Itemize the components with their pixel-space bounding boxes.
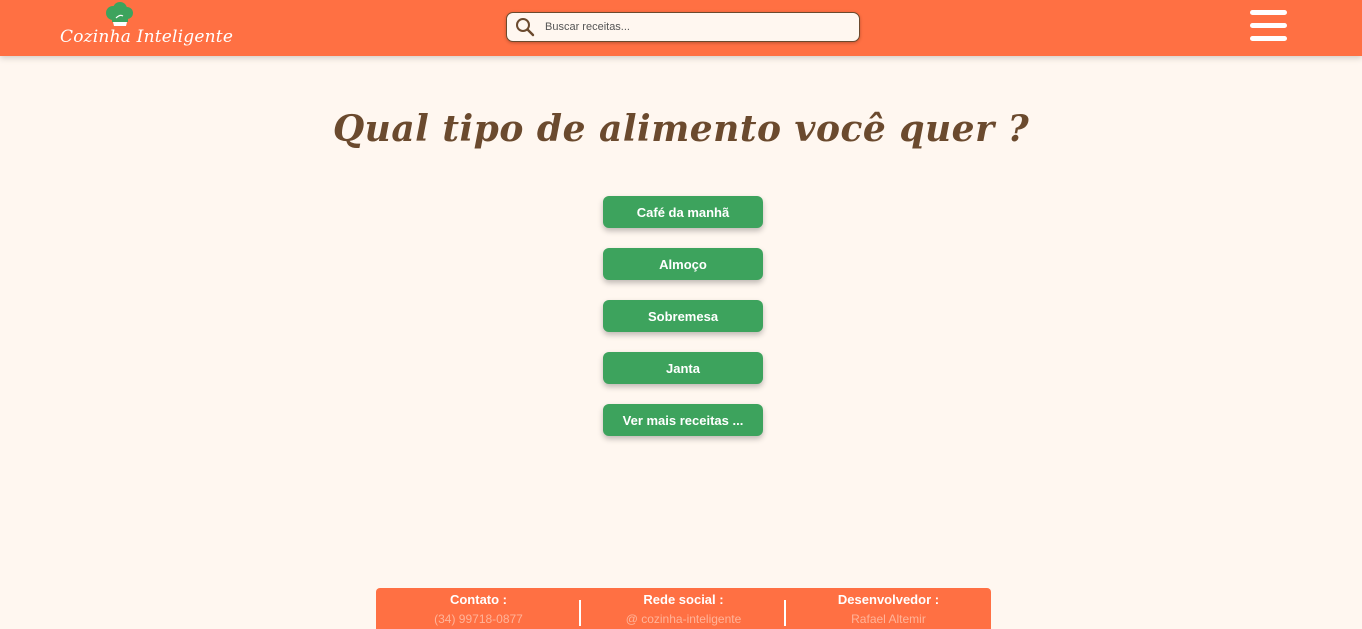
footer-social: Rede social : @ cozinha-inteligente (581, 588, 786, 629)
footer-contact-title: Contato : (449, 592, 508, 607)
search-bar (506, 12, 860, 42)
dinner-button[interactable]: Janta (603, 352, 763, 384)
footer: Contato : (34) 99718-0877 Rede social : … (376, 588, 991, 629)
footer-contact: Contato : (34) 99718-0877 (376, 588, 581, 629)
page-title: Qual tipo de alimento você quer ? (332, 108, 1030, 150)
lunch-button[interactable]: Almoço (603, 248, 763, 280)
chef-hat-icon (106, 2, 133, 26)
footer-developer-title: Desenvolvedor : (837, 592, 940, 607)
hamburger-menu-icon[interactable] (1250, 10, 1288, 44)
search-icon[interactable] (515, 17, 535, 37)
breakfast-button[interactable]: Café da manhã (603, 196, 763, 228)
dessert-button[interactable]: Sobremesa (603, 300, 763, 332)
footer-social-title: Rede social : (643, 592, 724, 607)
footer-developer: Desenvolvedor : Rafael Altemir (786, 588, 991, 629)
footer-contact-value: (34) 99718-0877 (434, 612, 523, 626)
footer-developer-value: Rafael Altemir (851, 612, 926, 626)
search-input[interactable] (545, 17, 845, 37)
top-navbar: Cozinha Inteligente (0, 0, 1362, 56)
footer-social-value[interactable]: @ cozinha-inteligente (581, 612, 786, 626)
logo[interactable]: Cozinha Inteligente (60, 2, 233, 54)
more-recipes-button[interactable]: Ver mais receitas ... (603, 404, 763, 436)
logo-text: Cozinha Inteligente (60, 27, 234, 47)
